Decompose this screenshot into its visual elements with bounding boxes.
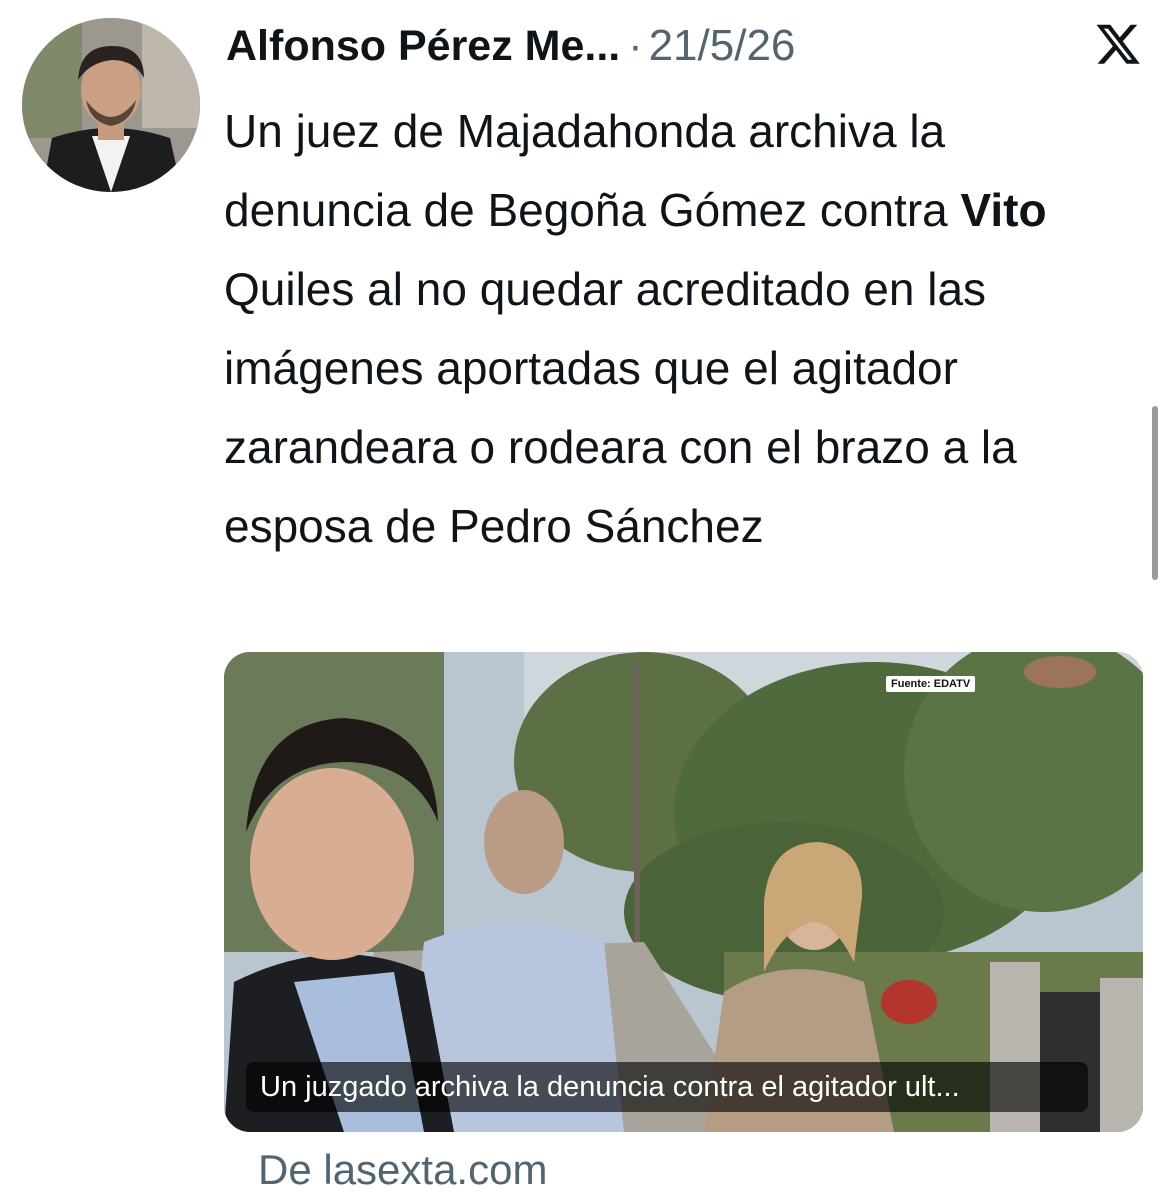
tweet-text: Un juez de Majadahonda archiva la denunc… xyxy=(224,92,1139,566)
scrollbar[interactable] xyxy=(1152,406,1158,580)
avatar-image xyxy=(22,18,200,192)
x-logo-icon xyxy=(1096,22,1140,66)
media-caption[interactable]: Un juzgado archiva la denuncia contra el… xyxy=(246,1062,1088,1112)
news-photo xyxy=(224,652,1143,1132)
tweet-text-bold[interactable]: Vito xyxy=(961,184,1047,236)
separator-dot: · xyxy=(628,21,643,70)
link-source[interactable]: De lasexta.com xyxy=(258,1146,547,1194)
link-card-media[interactable]: Fuente: EDATV Un juzgado archiva la denu… xyxy=(224,652,1143,1132)
avatar[interactable] xyxy=(22,18,200,192)
source-tag: Fuente: EDATV xyxy=(886,676,976,692)
tweet-text-part-1: Un juez de Majadahonda archiva la denunc… xyxy=(224,105,961,236)
tweet-header: Alfonso Pérez Me... · 21/5/26 xyxy=(226,14,1146,78)
author-name[interactable]: Alfonso Pérez Me... xyxy=(226,22,620,71)
tweet-text-part-2: Quiles al no quedar acreditado en las im… xyxy=(224,263,1017,552)
tweet-date[interactable]: 21/5/26 xyxy=(649,21,796,71)
